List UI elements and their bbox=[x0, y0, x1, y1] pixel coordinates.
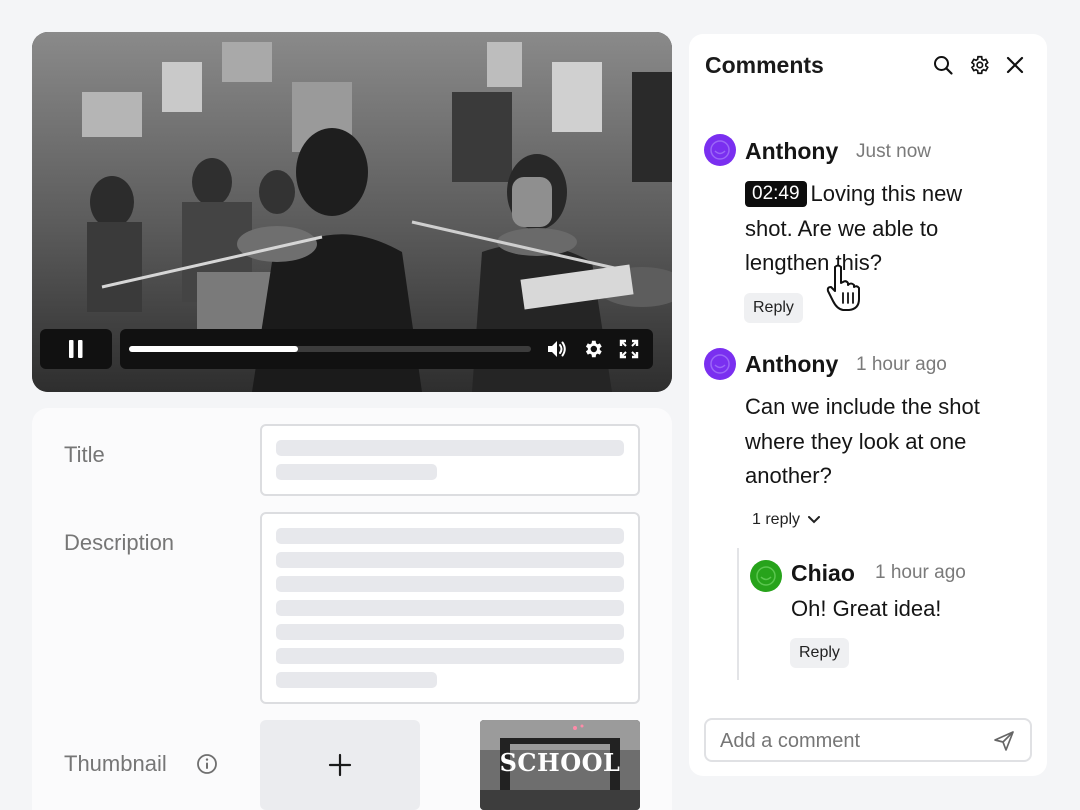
info-icon[interactable] bbox=[196, 753, 218, 775]
video-controls bbox=[120, 329, 653, 369]
add-thumbnail-button[interactable] bbox=[260, 720, 420, 810]
avatar[interactable] bbox=[704, 134, 736, 166]
plus-icon bbox=[328, 753, 352, 777]
hand-cursor-icon bbox=[826, 264, 860, 311]
pause-icon bbox=[69, 340, 83, 358]
replies-count: 1 reply bbox=[752, 511, 801, 528]
panel-title: Comments bbox=[705, 52, 824, 78]
description-label: Description bbox=[64, 530, 175, 555]
progress-fill bbox=[129, 346, 298, 352]
progress-bar[interactable] bbox=[129, 346, 531, 352]
comment-time: Just now bbox=[856, 141, 931, 162]
video-timestamp[interactable]: 02:49 bbox=[745, 181, 807, 207]
skeleton-line bbox=[276, 464, 437, 480]
avatar[interactable] bbox=[704, 348, 736, 380]
comment-time: 1 hour ago bbox=[856, 354, 947, 375]
volume-button[interactable] bbox=[545, 337, 569, 361]
avatar-anthony bbox=[704, 348, 736, 380]
comment-input[interactable] bbox=[720, 729, 980, 753]
skeleton-line bbox=[276, 440, 624, 456]
reply-text: Oh! Great idea! bbox=[791, 596, 942, 621]
search-icon[interactable] bbox=[932, 54, 954, 76]
skeleton-line bbox=[276, 672, 437, 688]
title-field[interactable] bbox=[260, 424, 640, 496]
comment-author[interactable]: Anthony bbox=[745, 351, 838, 378]
fullscreen-icon bbox=[619, 339, 639, 359]
close-icon[interactable] bbox=[1004, 54, 1026, 76]
thread-line bbox=[737, 548, 739, 680]
video-settings-button[interactable] bbox=[581, 337, 605, 361]
comments-panel: Comments Anthony Just now 02:49 Loving th… bbox=[689, 34, 1047, 776]
reply-button[interactable]: Reply bbox=[744, 293, 803, 323]
thumbnail-image[interactable]: SCHOOL bbox=[480, 720, 640, 810]
pause-button[interactable] bbox=[40, 329, 112, 369]
comment-text: Can we include the shot where they look … bbox=[745, 394, 980, 488]
skeleton-line bbox=[276, 528, 624, 544]
reply-author[interactable]: Chiao bbox=[791, 560, 855, 587]
skeleton-line bbox=[276, 600, 624, 616]
skeleton-line bbox=[276, 552, 624, 568]
fullscreen-button[interactable] bbox=[617, 337, 641, 361]
replies-toggle[interactable]: 1 reply bbox=[752, 511, 821, 529]
skeleton-line bbox=[276, 576, 624, 592]
avatar-chiao bbox=[750, 560, 782, 592]
volume-icon bbox=[548, 341, 566, 357]
gear-icon[interactable] bbox=[968, 54, 990, 76]
video-details-form: Title Description Thumbnail SCHOOL bbox=[32, 408, 672, 810]
thumbnail-title: SCHOOL bbox=[499, 748, 621, 777]
reply-button[interactable]: Reply bbox=[790, 638, 849, 668]
avatar-anthony bbox=[704, 134, 736, 166]
video-player[interactable] bbox=[32, 32, 672, 392]
comment-author[interactable]: Anthony bbox=[745, 138, 838, 165]
description-field[interactable] bbox=[260, 512, 640, 704]
skeleton-line bbox=[276, 624, 624, 640]
add-comment-field[interactable] bbox=[704, 718, 1032, 762]
thumbnail-label: Thumbnail bbox=[64, 751, 167, 776]
title-label: Title bbox=[64, 442, 105, 467]
gear-icon bbox=[585, 340, 602, 358]
chevron-down-icon bbox=[808, 516, 821, 524]
skeleton-line bbox=[276, 648, 624, 664]
reply-time: 1 hour ago bbox=[875, 562, 966, 583]
send-icon[interactable] bbox=[992, 729, 1016, 753]
avatar[interactable] bbox=[750, 560, 782, 592]
comment-body: 02:49 Loving this new shot. Are we able t… bbox=[745, 177, 1015, 281]
